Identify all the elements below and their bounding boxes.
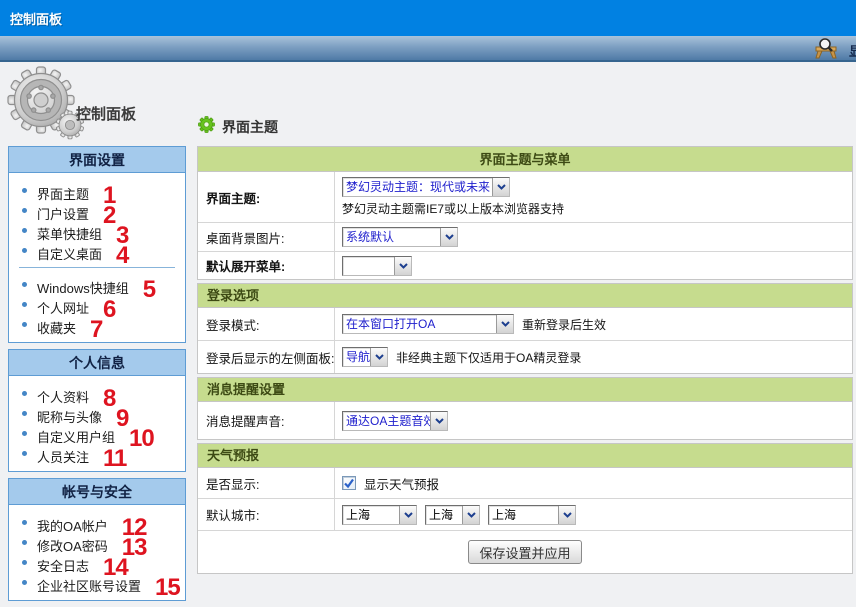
bullet-icon <box>22 208 27 213</box>
bullet-icon <box>22 411 27 416</box>
sidebar-divider <box>19 267 175 268</box>
bullet-icon <box>22 322 27 327</box>
bullet-icon <box>22 580 27 585</box>
field-label: 消息提醒声音: <box>198 402 335 439</box>
city-province-select[interactable]: 上海 <box>342 505 417 525</box>
sidebar: 界面设置 界面主题1 门户设置2 菜单快捷组3 自定义桌面4 Windows快捷… <box>8 146 186 607</box>
wallpaper-select[interactable]: 系统默认 <box>342 227 458 247</box>
page-title: 界面主题 <box>222 117 278 137</box>
sidebar-section-header: 帐号与安全 <box>8 478 186 505</box>
sidebar-item-personal-website[interactable]: 个人网址6 <box>9 294 185 314</box>
sidebar-item-change-oa-password[interactable]: 修改OA密码13 <box>9 532 185 552</box>
bullet-icon <box>22 431 27 436</box>
sidebar-item-windows-shortcut-group[interactable]: Windows快捷组5 <box>9 274 185 294</box>
bullet-icon <box>22 188 27 193</box>
save-and-apply-button[interactable]: 保存设置并应用 <box>468 540 581 564</box>
sidebar-section-header: 界面设置 <box>8 146 186 173</box>
chevron-down-icon <box>558 506 575 524</box>
section-header-theme-menu: 界面主题与菜单 <box>198 147 852 172</box>
chevron-down-icon <box>496 315 513 333</box>
bullet-icon <box>22 228 27 233</box>
table-message-reminder: 消息提醒设置 消息提醒声音: 通达OA主题音效 <box>197 377 853 440</box>
field-label: 登录后显示的左侧面板: <box>198 341 335 373</box>
bullet-icon <box>22 560 27 565</box>
bullet-icon <box>22 282 27 287</box>
checkmark-icon <box>343 477 355 489</box>
chevron-down-icon <box>394 257 411 275</box>
field-label: 是否显示: <box>198 468 335 498</box>
bullet-icon <box>22 451 27 456</box>
sidebar-item-custom-user-group[interactable]: 自定义用户组10 <box>9 423 185 443</box>
table-weather: 天气预报 是否显示: 显示天气预报 默认城市: 上海 上海 <box>197 443 853 574</box>
settings-form: 界面主题与菜单 界面主题: 梦幻灵动主题：现代或未来 梦幻灵动主题需IE7或以上… <box>197 146 853 577</box>
annotation-number: 11 <box>103 445 126 472</box>
theme-select[interactable]: 梦幻灵动主题：现代或未来 <box>342 177 510 197</box>
default-menu-select[interactable] <box>342 256 412 276</box>
field-label: 登录模式: <box>198 308 335 340</box>
sidebar-item-menu-shortcut-group[interactable]: 菜单快捷组3 <box>9 220 185 240</box>
clipped-toolbar-label[interactable]: 显 <box>849 41 856 60</box>
field-note: 梦幻灵动主题需IE7或以上版本浏览器支持 <box>342 200 564 217</box>
sidebar-item-nickname-avatar[interactable]: 昵称与头像9 <box>9 403 185 423</box>
field-label: 桌面背景图片: <box>198 223 335 251</box>
field-label: 默认展开菜单: <box>198 252 335 279</box>
message-sound-select[interactable]: 通达OA主题音效 <box>342 411 448 431</box>
login-mode-select[interactable]: 在本窗口打开OA <box>342 314 514 334</box>
chevron-down-icon <box>399 506 416 524</box>
annotation-number: 15 <box>155 574 180 601</box>
checkbox-label: 显示天气预报 <box>364 474 439 493</box>
control-panel-gears-icon <box>6 66 86 145</box>
section-header-message: 消息提醒设置 <box>198 378 852 402</box>
panel-title: 控制面板 <box>76 103 136 124</box>
annotation-number: 4 <box>116 242 128 269</box>
sidebar-item-interface-theme[interactable]: 界面主题1 <box>9 180 185 200</box>
chevron-down-icon <box>370 348 387 366</box>
sidebar-section-personal-info: 个人信息 个人资料8 昵称与头像9 自定义用户组10 人员关注11 <box>8 349 186 472</box>
sidebar-item-people-follow[interactable]: 人员关注11 <box>9 443 185 463</box>
annotation-number: 7 <box>90 316 102 343</box>
section-header-weather: 天气预报 <box>198 444 852 468</box>
green-gear-icon <box>198 116 215 138</box>
field-note: 重新登录后生效 <box>522 316 606 333</box>
sidebar-section-interface: 界面设置 界面主题1 门户设置2 菜单快捷组3 自定义桌面4 Windows快捷… <box>8 146 186 343</box>
left-panel-select[interactable]: 导航 <box>342 347 388 367</box>
sidebar-item-custom-desktop[interactable]: 自定义桌面4 <box>9 240 185 260</box>
window-titlebar: 控制面板 <box>0 0 856 36</box>
city-select[interactable]: 上海 <box>425 505 480 525</box>
chevron-down-icon <box>440 228 457 246</box>
sidebar-section-account-security: 帐号与安全 我的OA帐户12 修改OA密码13 安全日志14 企业社区账号设置1… <box>8 478 186 601</box>
chevron-down-icon <box>462 506 479 524</box>
sidebar-item-my-oa-account[interactable]: 我的OA帐户12 <box>9 512 185 532</box>
show-weather-checkbox[interactable] <box>342 476 356 490</box>
sidebar-item-favorites[interactable]: 收藏夹7 <box>9 314 185 334</box>
sidebar-item-personal-profile[interactable]: 个人资料8 <box>9 383 185 403</box>
app-toolbar: 显 <box>0 36 856 62</box>
city-district-select[interactable]: 上海 <box>488 505 576 525</box>
bullet-icon <box>22 540 27 545</box>
window-title: 控制面板 <box>0 0 856 28</box>
field-label: 界面主题: <box>198 172 335 222</box>
field-label: 默认城市: <box>198 499 335 530</box>
table-theme-menu: 界面主题与菜单 界面主题: 梦幻灵动主题：现代或未来 梦幻灵动主题需IE7或以上… <box>197 146 853 280</box>
sidebar-item-security-log[interactable]: 安全日志14 <box>9 552 185 572</box>
section-header-login: 登录选项 <box>198 284 852 308</box>
sidebar-section-header: 个人信息 <box>8 349 186 376</box>
bullet-icon <box>22 520 27 525</box>
bullet-icon <box>22 248 27 253</box>
bullet-icon <box>22 391 27 396</box>
sidebar-item-portal-settings[interactable]: 门户设置2 <box>9 200 185 220</box>
bullet-icon <box>22 302 27 307</box>
sidebar-item-enterprise-community-account[interactable]: 企业社区账号设置15 <box>9 572 185 592</box>
chevron-down-icon <box>492 178 509 196</box>
field-note: 非经典主题下仅适用于OA精灵登录 <box>396 349 581 366</box>
chevron-down-icon <box>430 412 447 430</box>
desk-magnifier-icon[interactable] <box>814 38 838 59</box>
table-login-options: 登录选项 登录模式: 在本窗口打开OA 重新登录后生效 登录后显示的左侧面板: … <box>197 283 853 374</box>
